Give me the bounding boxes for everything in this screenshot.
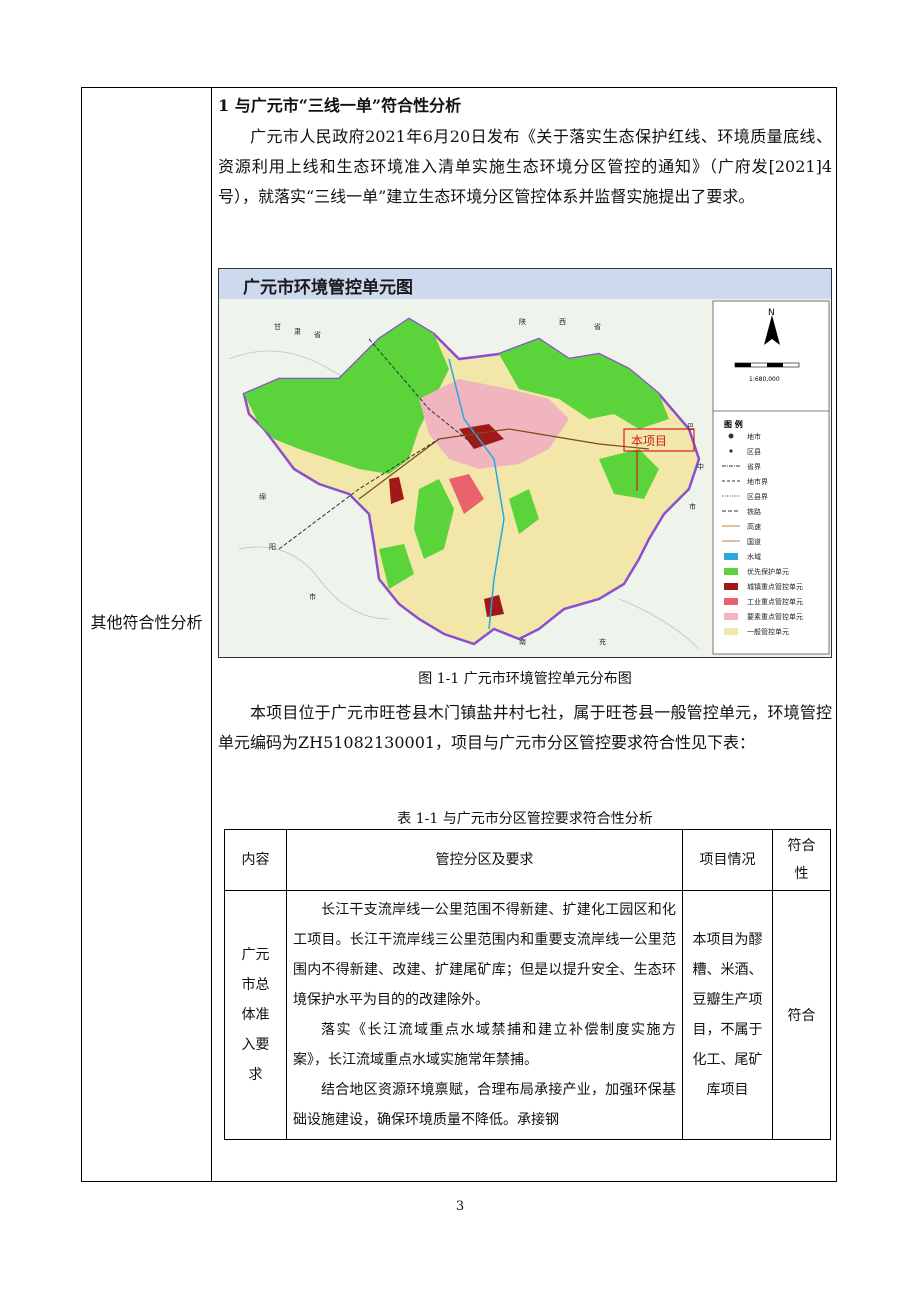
legend-swatch — [724, 613, 738, 620]
row-content: 广元市总体准入要求 — [224, 890, 287, 1140]
svg-text:绵: 绵 — [259, 492, 266, 501]
requirement-item: 结合地区资源环境禀赋，合理布局承接产业，加强环保基础设施建设，确保环境质量不降低… — [293, 1082, 676, 1128]
legend-label: 高速 — [747, 522, 761, 531]
svg-text:市: 市 — [309, 592, 316, 601]
compliance-table: 内容 管控分区及要求 项目情况 符合性 广元市总体准入要求 长江干支流岸线一公里… — [224, 829, 831, 1140]
legend-label: 工业重点管控单元 — [747, 597, 803, 606]
legend-label: 要素重点管控单元 — [747, 612, 803, 621]
row-requirements: 长江干支流岸线一公里范围不得新建、扩建化工园区和化工项目。长江干流岸线三公里范围… — [286, 890, 683, 1140]
svg-text:南: 南 — [519, 637, 526, 646]
row-project: 本项目为醪糟、米酒、豆瓣生产项目，不属于化工、尾矿库项目 — [682, 890, 773, 1140]
legend-label: 区县 — [747, 448, 761, 456]
legend-label: 铁路 — [747, 507, 761, 516]
row-result: 符合 — [772, 890, 831, 1140]
svg-text:省: 省 — [594, 322, 601, 331]
legend-label: 国道 — [747, 537, 761, 546]
svg-text:省: 省 — [314, 330, 321, 339]
section-heading: 1 与广元市“三线一单”符合性分析 — [218, 96, 462, 115]
left-label: 其他符合性分析 — [90, 613, 203, 632]
svg-text:中: 中 — [697, 462, 704, 471]
map-title-bar: 广元市环境管控单元图 — [219, 269, 831, 300]
intro-paragraph: 广元市人民政府2021年6月20日发布《关于落实生态保护红线、环境质量底线、资源… — [218, 127, 832, 206]
legend-swatch — [724, 568, 738, 575]
map-image: 甘 肃 省 陕 西 省 巴 中 市 绵 阳 市 南 充 本项目 N 1:680,… — [219, 299, 831, 657]
legend-label: 地市 — [747, 432, 761, 441]
svg-text:肃: 肃 — [294, 327, 301, 336]
svg-text:陕: 陕 — [519, 317, 526, 326]
figure-caption: 图 1-1 广元市环境管控单元分布图 — [418, 671, 632, 687]
form-table: 其他符合性分析 1 与广元市“三线一单”符合性分析 广元市人民政府2021年6月… — [81, 87, 837, 1182]
svg-text:市: 市 — [689, 502, 696, 511]
svg-text:甘: 甘 — [274, 322, 281, 331]
legend-label: 地市界 — [747, 477, 768, 486]
header-requirements: 管控分区及要求 — [286, 829, 683, 891]
legend-label: 省界 — [747, 462, 761, 471]
legend-label: 区县界 — [747, 493, 768, 501]
legend-swatch — [724, 598, 738, 605]
svg-text:巴: 巴 — [687, 423, 694, 431]
requirement-item: 长江干支流岸线一公里范围不得新建、扩建化工园区和化工项目。长江干流岸线三公里范围… — [293, 902, 676, 1008]
table-caption: 表 1-1 与广元市分区管控要求符合性分析 — [397, 811, 653, 827]
legend-label: 城镇重点管控单元 — [747, 582, 803, 591]
project-paragraph: 本项目位于广元市旺苍县木门镇盐井村七社，属于旺苍县一般管控单元，环境管控单元编码… — [218, 703, 832, 752]
table-row: 广元市总体准入要求 长江干支流岸线一公里范围不得新建、扩建化工园区和化工项目。长… — [224, 890, 831, 1140]
project-marker-label: 本项目 — [631, 434, 667, 448]
scale-label: 1:680,000 — [749, 376, 780, 383]
left-label-cell: 其他符合性分析 — [82, 88, 212, 1181]
legend-swatch — [724, 628, 738, 635]
legend-label: 水域 — [747, 552, 761, 561]
legend-swatch — [728, 433, 734, 439]
north-label: N — [768, 308, 775, 318]
svg-text:阳: 阳 — [269, 542, 276, 551]
legend-label: 一般管控单元 — [747, 627, 789, 636]
svg-text:充: 充 — [599, 637, 606, 646]
map-title: 广元市环境管控单元图 — [243, 278, 413, 298]
legend-swatch — [729, 449, 733, 453]
header-project: 项目情况 — [682, 829, 773, 891]
requirement-item: 落实《长江流域重点水域禁捕和建立补偿制度实施方案》，长江流域重点水域实施常年禁捕… — [293, 1022, 676, 1068]
svg-text:西: 西 — [559, 318, 566, 326]
page-number: 3 — [455, 1199, 465, 1214]
legend-label: 优先保护单元 — [747, 567, 789, 576]
map-figure: 广元市环境管控单元图 甘 肃 省 陕 西 省 巴 中 市 绵 阳 市 南 充 本… — [218, 268, 832, 658]
legend-swatch — [724, 583, 738, 590]
legend-swatch — [724, 553, 738, 560]
content-cell: 1 与广元市“三线一单”符合性分析 广元市人民政府2021年6月20日发布《关于… — [214, 88, 836, 1181]
header-result: 符合性 — [772, 829, 831, 891]
header-content: 内容 — [224, 829, 287, 891]
legend-title: 图 例 — [724, 419, 743, 429]
